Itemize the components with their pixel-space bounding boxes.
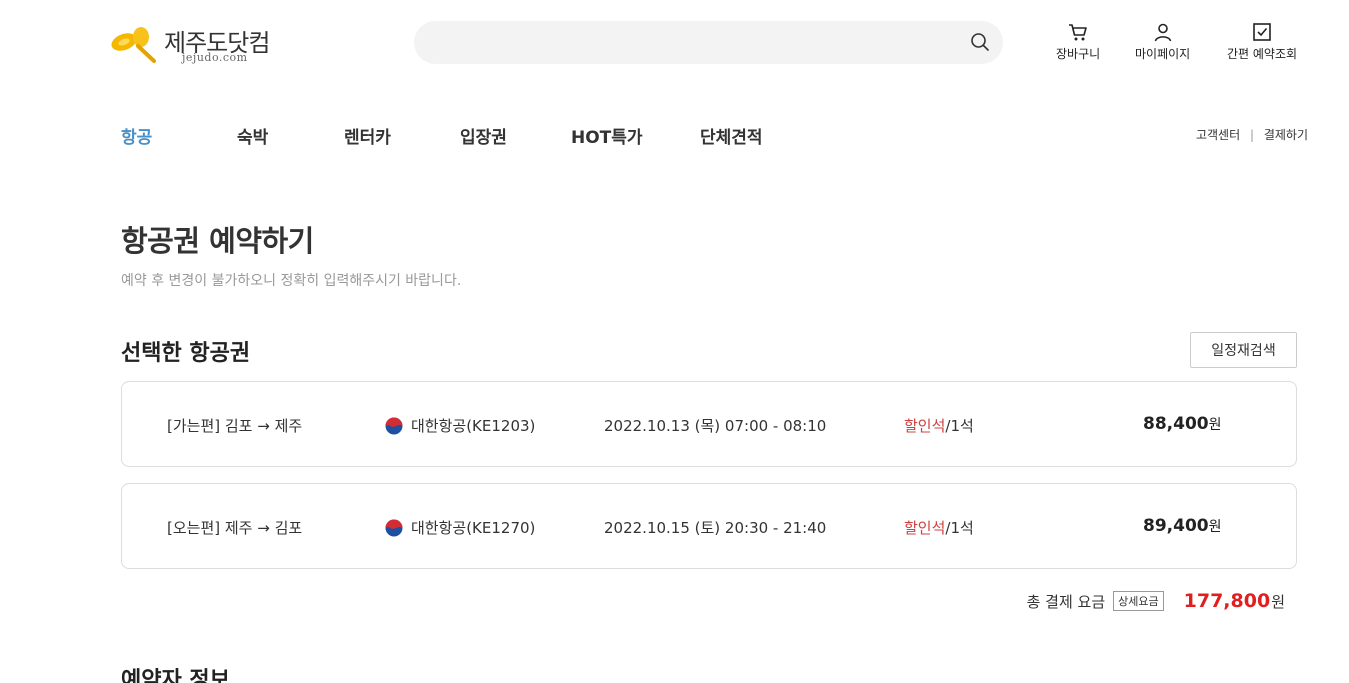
search-icon[interactable]: [969, 31, 991, 53]
total-price-unit: 원: [1271, 592, 1285, 611]
airline-name: 대한항공(KE1203): [411, 417, 536, 435]
flight-price: 89,400원: [1143, 516, 1222, 536]
person-icon: [1154, 23, 1171, 42]
mypage-link[interactable]: 마이페이지: [1135, 22, 1190, 62]
seat-count: /1석: [945, 417, 974, 435]
search-box: [414, 21, 1003, 64]
flight-schedule: 2022.10.15 (토) 20:30 - 21:40: [604, 519, 827, 537]
korean-air-icon: [385, 417, 403, 434]
price-value: 88,400: [1143, 414, 1209, 434]
payment-link[interactable]: 결제하기: [1264, 128, 1308, 142]
flight-schedule: 2022.10.13 (목) 07:00 - 08:10: [604, 417, 827, 435]
checkbox-icon: [1253, 23, 1271, 41]
top-links: 고객센터 | 결제하기: [1196, 126, 1308, 143]
nav-hot-deal[interactable]: HOT특가: [571, 123, 643, 148]
airline-name: 대한항공(KE1270): [411, 519, 536, 537]
site-logo[interactable]: 제주도닷컴 jejudo.com: [108, 22, 278, 66]
page-title: 항공권 예약하기: [121, 224, 314, 258]
selected-flights-title: 선택한 항공권: [121, 341, 251, 366]
cart-label: 장바구니: [1056, 47, 1101, 61]
price-unit: 원: [1208, 417, 1222, 433]
mypage-label: 마이페이지: [1135, 47, 1191, 61]
flight-airline: 대한항공(KE1203): [385, 415, 535, 436]
logo-domain: jejudo.com: [182, 51, 248, 64]
cart-icon: [1069, 24, 1087, 41]
flight-card-outbound: [가는편] 김포 → 제주 대한항공(KE1203) 2022.10.13 (목…: [121, 381, 1297, 467]
cart-link[interactable]: 장바구니: [1056, 22, 1100, 62]
flight-seat: 할인석/1석: [904, 517, 974, 538]
page-subtitle: 예약 후 변경이 불가하오니 정확히 입력해주시기 바랍니다.: [121, 273, 462, 289]
total-payment: 총 결제 요금 상세요금 177,800 원: [1027, 590, 1285, 612]
seat-count: /1석: [945, 519, 974, 537]
nav-group-quote[interactable]: 단체견적: [700, 123, 763, 148]
price-value: 89,400: [1143, 516, 1209, 536]
flight-direction: [오는편] 제주 → 김포: [167, 519, 303, 537]
nav-rentcar[interactable]: 렌터카: [344, 123, 391, 148]
flight-seat: 할인석/1석: [904, 415, 974, 436]
price-unit: 원: [1208, 519, 1222, 535]
flight-card-return: [오는편] 제주 → 김포 대한항공(KE1270) 2022.10.15 (토…: [121, 483, 1297, 569]
total-label: 총 결제 요금: [1026, 592, 1106, 611]
search-input[interactable]: [434, 21, 954, 64]
nav-accommodation[interactable]: 숙박: [237, 123, 268, 148]
flight-price: 88,400원: [1143, 414, 1222, 434]
divider: |: [1249, 128, 1254, 142]
research-button[interactable]: 일정재검색: [1190, 332, 1297, 368]
nav-ticket[interactable]: 입장권: [460, 123, 507, 148]
tangerine-logo-icon: [111, 27, 156, 63]
seat-class: 할인석: [904, 519, 946, 537]
nav-flight[interactable]: 항공: [121, 123, 152, 148]
total-price: 177,800: [1183, 590, 1271, 612]
fare-detail-button[interactable]: 상세요금: [1113, 591, 1164, 611]
quick-lookup-label: 간편 예약조회: [1227, 47, 1298, 61]
booker-info-title: 예약자 정보: [121, 668, 230, 683]
seat-class: 할인석: [904, 417, 946, 435]
flight-direction: [가는편] 김포 → 제주: [167, 417, 303, 435]
flight-airline: 대한항공(KE1270): [385, 517, 535, 538]
quick-lookup-link[interactable]: 간편 예약조회: [1227, 22, 1297, 62]
customer-center-link[interactable]: 고객센터: [1196, 128, 1240, 142]
korean-air-icon: [385, 519, 403, 536]
